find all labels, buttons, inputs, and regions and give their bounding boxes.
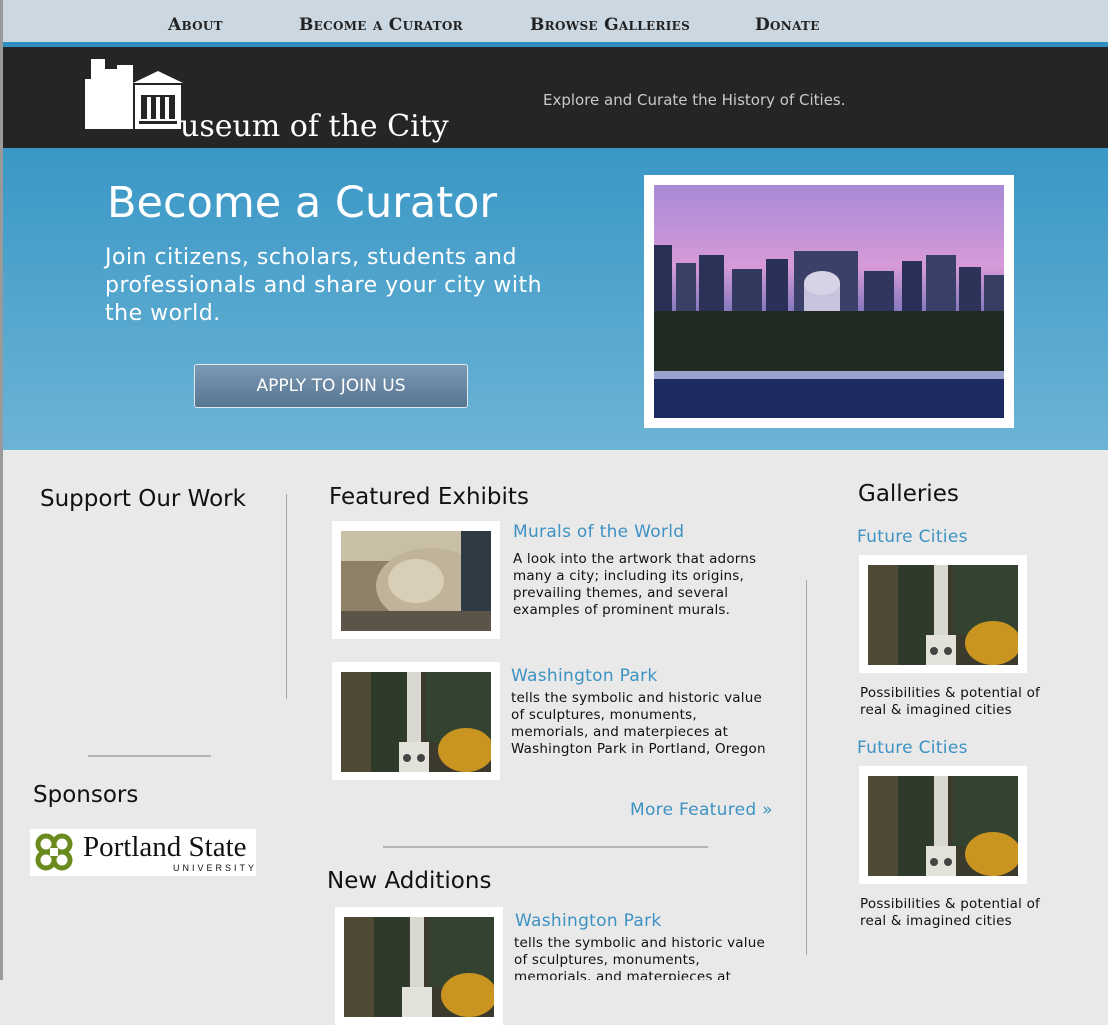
site-header: useum of the City Explore and Curate the… — [3, 47, 1108, 148]
featured-thumb-washington-park[interactable] — [332, 662, 500, 780]
gallery-title-future-cities[interactable]: Future Cities — [857, 527, 968, 547]
new-addition-desc-washington-park: tells the symbolic and historic value of… — [514, 935, 765, 980]
featured-desc-murals: A look into the artwork that adorns many… — [513, 551, 757, 618]
monument-photo — [344, 917, 494, 1017]
featured-exhibits-heading: Featured Exhibits — [329, 484, 529, 510]
psu-emblem-icon — [35, 833, 73, 871]
sponsors-divider — [88, 755, 211, 757]
nav-browse-galleries[interactable]: Browse Galleries — [530, 15, 690, 35]
apply-button[interactable]: APPLY TO JOIN US — [194, 364, 468, 408]
new-additions-heading: New Additions — [327, 868, 492, 894]
hero-title: Become a Curator — [107, 178, 498, 228]
hero-subtitle: Join citizens, scholars, students and pr… — [105, 245, 543, 326]
nav-become-curator[interactable]: Become a Curator — [299, 15, 463, 35]
gallery-desc-future-cities: Possibilities & potential of real & imag… — [860, 685, 1041, 718]
hero-banner: Become a Curator Join citizens, scholars… — [3, 148, 1108, 450]
site-logo[interactable]: useum of the City — [85, 57, 465, 145]
monument-photo — [868, 776, 1018, 876]
monument-photo — [868, 565, 1018, 665]
galleries-heading: Galleries — [858, 481, 959, 507]
nav-donate[interactable]: Donate — [755, 15, 820, 35]
gallery-thumb-future-cities[interactable] — [859, 555, 1027, 673]
city-skyline-logo-icon — [85, 59, 183, 129]
featured-thumb-murals[interactable] — [332, 521, 500, 639]
right-column-divider — [806, 580, 807, 955]
more-featured-link[interactable]: More Featured » — [630, 800, 773, 820]
featured-desc-washington-park: tells the symbolic and historic value of… — [511, 690, 766, 757]
mural-photo — [341, 531, 491, 631]
gallery-title-future-cities-2[interactable]: Future Cities — [857, 738, 968, 758]
hero-photo-frame — [644, 175, 1014, 428]
support-heading: Support Our Work — [40, 486, 246, 512]
featured-title-murals[interactable]: Murals of the World — [513, 522, 684, 542]
gallery-thumb-future-cities-2[interactable] — [859, 766, 1027, 884]
new-addition-title-washington-park[interactable]: Washington Park — [515, 911, 662, 931]
monument-photo — [341, 672, 491, 772]
featured-title-washington-park[interactable]: Washington Park — [511, 666, 658, 686]
psu-university-label: UNIVERSITY — [173, 863, 258, 873]
top-navigation: About Become a Curator Browse Galleries … — [3, 0, 1108, 44]
psu-name: Portland State — [83, 831, 247, 863]
left-column-divider — [286, 494, 287, 699]
gallery-desc-future-cities-2: Possibilities & potential of real & imag… — [860, 896, 1041, 929]
nav-about[interactable]: About — [168, 15, 223, 35]
site-tagline: Explore and Curate the History of Cities… — [543, 91, 846, 109]
city-skyline-photo — [654, 185, 1004, 418]
new-additions-divider — [383, 846, 708, 848]
portland-state-logo[interactable]: Portland State UNIVERSITY — [30, 829, 256, 876]
sponsors-heading: Sponsors — [33, 782, 139, 808]
logo-text: useum of the City — [180, 109, 449, 144]
new-addition-thumb-washington-park[interactable] — [335, 907, 503, 1025]
